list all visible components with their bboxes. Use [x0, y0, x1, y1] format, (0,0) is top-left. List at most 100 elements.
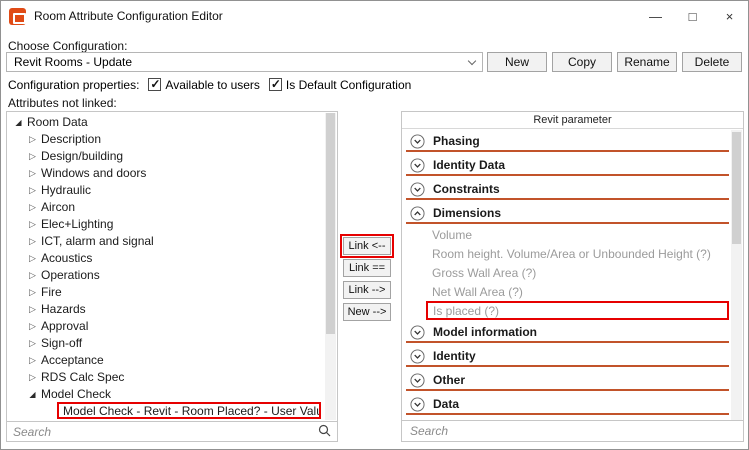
section-identity-data[interactable]: Identity Data [402, 153, 730, 177]
tree-item-label: Windows and doors [41, 166, 146, 180]
tree-item-aircon[interactable]: Aircon [7, 198, 324, 215]
tree-item-hazards[interactable]: Hazards [7, 300, 324, 317]
chevron-down-circle-icon[interactable] [410, 158, 425, 173]
section-dimensions[interactable]: Dimensions [402, 201, 730, 225]
chevron-down-circle-icon[interactable] [410, 373, 425, 388]
link-left-button[interactable]: Link <-- [343, 237, 391, 255]
revit-parameter-search-input[interactable] [410, 424, 735, 438]
app-icon [9, 8, 26, 25]
choose-configuration-label: Choose Configuration: [8, 39, 127, 53]
tree-item-rds-calc-spec[interactable]: RDS Calc Spec [7, 368, 324, 385]
scrollbar-thumb[interactable] [326, 113, 335, 334]
attributes-tree: Room Data Description Design/building Wi… [7, 113, 324, 420]
rename-configuration-button[interactable]: Rename [617, 52, 677, 72]
section-constraints[interactable]: Constraints [402, 177, 730, 201]
tree-item-hydraulic[interactable]: Hydraulic [7, 181, 324, 198]
tree-item-acoustics[interactable]: Acoustics [7, 249, 324, 266]
tree-expander-expanded-icon[interactable] [13, 113, 24, 131]
maximize-button[interactable]: □ [674, 1, 711, 31]
room-attribute-configuration-editor-window: Room Attribute Configuration Editor — □ … [0, 0, 749, 450]
configuration-dropdown[interactable]: Revit Rooms - Update [6, 52, 483, 72]
tree-item-label: RDS Calc Spec [41, 370, 124, 384]
window-controls: — □ × [637, 1, 748, 31]
revit-parameter-column-header: Revit parameter [402, 112, 743, 129]
link-equal-button[interactable]: Link == [343, 259, 391, 277]
section-model-information[interactable]: Model information [402, 320, 730, 344]
tree-item-ict-alarm-signal[interactable]: ICT, alarm and signal [7, 232, 324, 249]
tree-expander-collapsed-icon[interactable] [27, 317, 38, 335]
tree-item-sign-off[interactable]: Sign-off [7, 334, 324, 351]
param-item-is-placed[interactable]: Is placed (?) [402, 301, 730, 320]
section-phasing[interactable]: Phasing [402, 129, 730, 153]
param-item-room-height[interactable]: Room height. Volume/Area or Unbounded He… [402, 244, 730, 263]
tree-item-operations[interactable]: Operations [7, 266, 324, 283]
param-item-gross-wall-area[interactable]: Gross Wall Area (?) [402, 263, 730, 282]
param-item-volume[interactable]: Volume [402, 225, 730, 244]
section-data[interactable]: Data [402, 392, 730, 416]
tree-item-fire[interactable]: Fire [7, 283, 324, 300]
tree-item-label: Elec+Lighting [41, 217, 113, 231]
param-item-net-wall-area[interactable]: Net Wall Area (?) [402, 282, 730, 301]
tree-expander-collapsed-icon[interactable] [27, 351, 38, 369]
configuration-properties-row: Configuration properties: Available to u… [8, 77, 411, 92]
tree-expander-collapsed-icon[interactable] [27, 164, 38, 182]
tree-expander-collapsed-icon[interactable] [27, 147, 38, 165]
tree-item-design-building[interactable]: Design/building [7, 147, 324, 164]
link-right-button[interactable]: Link --> [343, 281, 391, 299]
is-default-configuration-label: Is Default Configuration [286, 78, 411, 92]
new-right-button[interactable]: New --> [343, 303, 391, 321]
available-to-users-checkbox[interactable] [148, 78, 161, 91]
tree-expander-collapsed-icon[interactable] [27, 181, 38, 199]
tree-expander-collapsed-icon[interactable] [27, 232, 38, 250]
configuration-selected-value: Revit Rooms - Update [14, 55, 132, 69]
section-label: Constraints [433, 182, 500, 196]
chevron-down-circle-icon[interactable] [410, 349, 425, 364]
section-identity[interactable]: Identity [402, 344, 730, 368]
delete-configuration-button[interactable]: Delete [682, 52, 742, 72]
is-default-configuration-checkbox[interactable] [269, 78, 282, 91]
minimize-button[interactable]: — [637, 1, 674, 31]
tree-item-windows-and-doors[interactable]: Windows and doors [7, 164, 324, 181]
tree-expander-collapsed-icon[interactable] [27, 198, 38, 216]
tree-item-acceptance[interactable]: Acceptance [7, 351, 324, 368]
revit-parameter-scrollbar[interactable] [731, 130, 742, 420]
tree-item-model-check-revit-room-placed-user-value[interactable]: Model Check - Revit - Room Placed? - Use… [7, 402, 324, 419]
attributes-search-input[interactable] [13, 425, 314, 439]
tree-item-label: Acceptance [41, 353, 104, 367]
tree-item-approval[interactable]: Approval [7, 317, 324, 334]
new-configuration-button[interactable]: New [487, 52, 547, 72]
annotation-highlight-box: Is placed (?) [426, 301, 729, 320]
chevron-up-circle-icon[interactable] [410, 206, 425, 221]
window-title: Room Attribute Configuration Editor [34, 9, 223, 23]
tree-expander-collapsed-icon[interactable] [27, 368, 38, 386]
copy-configuration-button[interactable]: Copy [552, 52, 612, 72]
attributes-not-linked-label: Attributes not linked: [8, 96, 117, 110]
scrollbar-thumb[interactable] [732, 132, 741, 244]
tree-item-label: Model Check [41, 387, 111, 401]
section-label: Identity [433, 349, 476, 363]
tree-expander-collapsed-icon[interactable] [27, 266, 38, 284]
tree-item-description[interactable]: Description [7, 130, 324, 147]
chevron-down-circle-icon[interactable] [410, 182, 425, 197]
tree-expander-collapsed-icon[interactable] [27, 283, 38, 301]
tree-expander-collapsed-icon[interactable] [27, 215, 38, 233]
tree-expander-collapsed-icon[interactable] [27, 130, 38, 148]
available-to-users-label: Available to users [165, 78, 260, 92]
close-button[interactable]: × [711, 1, 748, 31]
tree-item-model-check[interactable]: Model Check [7, 385, 324, 402]
tree-expander-collapsed-icon[interactable] [27, 249, 38, 267]
section-other[interactable]: Other [402, 368, 730, 392]
tree-item-elec-lighting[interactable]: Elec+Lighting [7, 215, 324, 232]
tree-expander-collapsed-icon[interactable] [27, 334, 38, 352]
link-button-column: Link <-- Link == Link --> New --> [340, 234, 396, 329]
tree-expander-collapsed-icon[interactable] [27, 300, 38, 318]
tree-expander-expanded-icon[interactable] [27, 385, 38, 403]
tree-item-label: ICT, alarm and signal [41, 234, 154, 248]
section-label: Other [433, 373, 465, 387]
chevron-down-circle-icon[interactable] [410, 397, 425, 412]
tree-item-label: Hydraulic [41, 183, 91, 197]
chevron-down-circle-icon[interactable] [410, 325, 425, 340]
tree-item-room-data[interactable]: Room Data [7, 113, 324, 130]
attributes-tree-scrollbar[interactable] [325, 113, 336, 420]
chevron-down-circle-icon[interactable] [410, 134, 425, 149]
